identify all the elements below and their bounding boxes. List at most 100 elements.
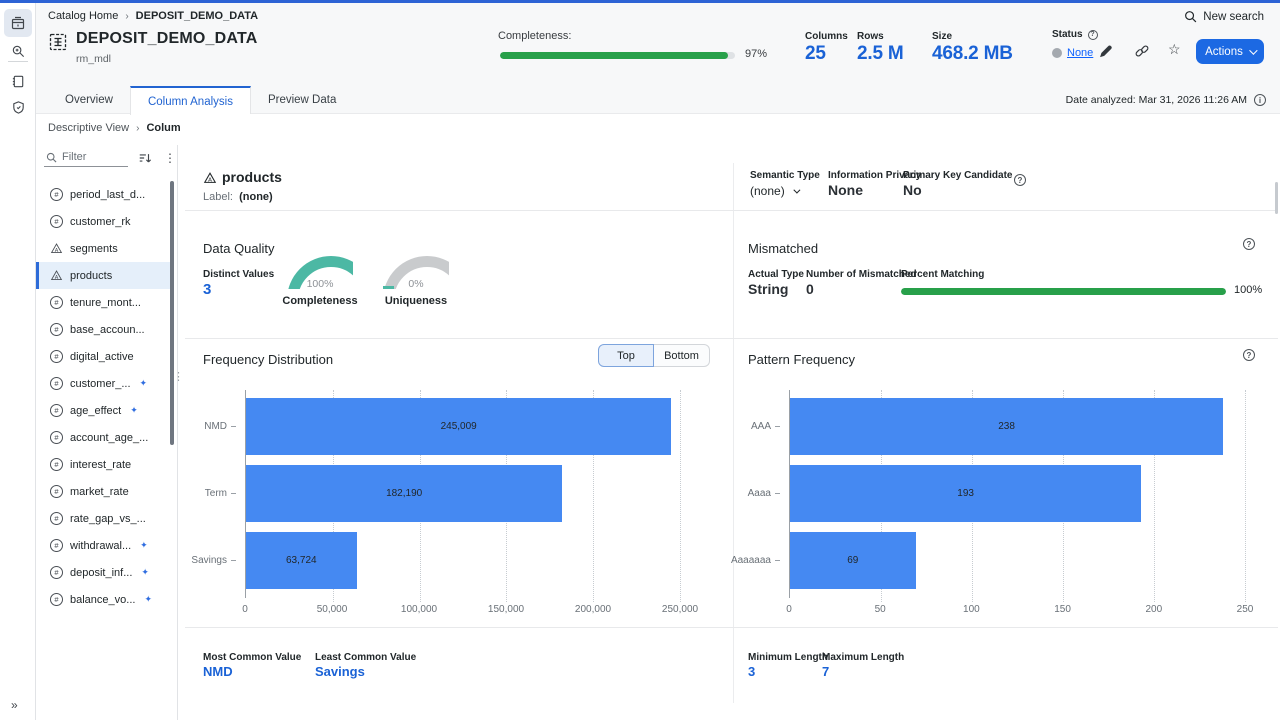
chain-icon bbox=[1134, 43, 1150, 59]
column-item-selected[interactable]: Aproducts bbox=[36, 262, 170, 289]
column-item[interactable]: #tenure_mont... bbox=[36, 289, 170, 316]
column-header-help-icon[interactable]: ? bbox=[1014, 174, 1026, 186]
tab-preview-data[interactable]: Preview Data bbox=[251, 86, 353, 114]
category-label: Aaaaaaa bbox=[720, 532, 780, 589]
x-axis: 0 50 100 150 200 250 bbox=[789, 604, 1245, 618]
tab-bar: Overview Column Analysis Preview Data bbox=[48, 86, 353, 114]
status-label: Status bbox=[1052, 29, 1083, 40]
shield-icon bbox=[11, 100, 26, 115]
notebook-icon bbox=[11, 74, 26, 89]
completeness-bar bbox=[500, 52, 735, 59]
column-item[interactable]: #digital_active bbox=[36, 343, 170, 370]
percent-matching-fill bbox=[901, 288, 1226, 295]
tab-overview[interactable]: Overview bbox=[48, 86, 130, 114]
column-item[interactable]: #account_age_... bbox=[36, 424, 170, 451]
sort-icon bbox=[138, 151, 152, 165]
mismatched-help-icon[interactable]: ? bbox=[1243, 238, 1255, 250]
actions-button[interactable]: Actions bbox=[1196, 39, 1264, 64]
most-common-value: NMD bbox=[203, 664, 233, 679]
size-label: Size bbox=[932, 31, 952, 42]
column-item[interactable]: #base_accoun... bbox=[36, 316, 170, 343]
status-dot bbox=[1052, 48, 1062, 58]
column-item[interactable]: #withdrawal...✦ bbox=[36, 532, 170, 559]
search-icon bbox=[46, 152, 57, 163]
numeric-type-icon: # bbox=[50, 323, 63, 336]
edit-button[interactable] bbox=[1098, 43, 1114, 64]
least-common-value: Savings bbox=[315, 664, 365, 679]
ai-sparkle-icon: ✦ bbox=[140, 540, 148, 551]
catalog-asset-page: » Catalog Home › DEPOSIT_DEMO_DATA New s… bbox=[0, 0, 1280, 720]
bar-nmd: 245,009 bbox=[246, 398, 671, 455]
semantic-type-label: Semantic Type bbox=[750, 170, 820, 181]
column-item[interactable]: #rate_gap_vs_... bbox=[36, 505, 170, 532]
top-bottom-toggle: Top Bottom bbox=[598, 344, 710, 367]
column-item[interactable]: #balance_vo...✦ bbox=[36, 586, 170, 613]
column-analysis-content: A products Label: (none) Semantic Type (… bbox=[180, 114, 1280, 720]
descriptive-view-link[interactable]: Descriptive View bbox=[48, 122, 129, 134]
numeric-type-icon: # bbox=[50, 296, 63, 309]
frequency-distribution-title: Frequency Distribution bbox=[203, 352, 333, 367]
column-item[interactable]: #customer_...✦ bbox=[36, 370, 170, 397]
breadcrumb-catalog-home[interactable]: Catalog Home bbox=[48, 10, 118, 22]
overflow-menu-icon[interactable]: ⋮ bbox=[164, 151, 176, 165]
sort-button[interactable] bbox=[138, 151, 152, 165]
link-button[interactable] bbox=[1134, 43, 1150, 64]
column-item[interactable]: Asegments bbox=[36, 235, 170, 262]
pattern-frequency-help-icon[interactable]: ? bbox=[1243, 349, 1255, 361]
percent-matching-value: 100% bbox=[1234, 284, 1262, 296]
favorite-star-icon[interactable]: ☆ bbox=[1168, 41, 1181, 58]
category-label: NMD bbox=[176, 398, 236, 455]
bar-term: 182,190 bbox=[246, 465, 562, 522]
content-scrollbar[interactable] bbox=[1275, 182, 1278, 214]
filter-input-wrap bbox=[44, 148, 128, 167]
data-quality-title: Data Quality bbox=[203, 241, 275, 256]
date-analyzed-info-icon[interactable]: i bbox=[1254, 94, 1266, 106]
sidebar-scrollbar[interactable] bbox=[170, 181, 174, 445]
semantic-type-dropdown[interactable]: (none) bbox=[750, 184, 798, 198]
column-name: products bbox=[222, 169, 282, 185]
category-label: Aaaa bbox=[720, 465, 780, 522]
completeness-percent: 97% bbox=[745, 48, 767, 60]
column-item[interactable]: #deposit_inf...✦ bbox=[36, 559, 170, 586]
catalog-icon bbox=[10, 15, 26, 31]
mismatched-count-label: Number of Mismatched bbox=[806, 269, 917, 280]
notebook-nav-icon[interactable] bbox=[4, 67, 32, 95]
expand-rail-button[interactable]: » bbox=[11, 698, 18, 712]
ai-sparkle-icon: ✦ bbox=[141, 567, 149, 578]
information-privacy-value: None bbox=[828, 182, 863, 198]
actual-type-label: Actual Type bbox=[748, 269, 804, 280]
column-item[interactable]: #period_last_d... bbox=[36, 181, 170, 208]
left-nav-rail: » bbox=[0, 3, 36, 720]
column-item[interactable]: #interest_rate bbox=[36, 451, 170, 478]
new-search-button[interactable]: New search bbox=[1184, 10, 1264, 23]
search-icon bbox=[1184, 10, 1197, 23]
numeric-type-icon: # bbox=[50, 566, 63, 579]
numeric-type-icon: # bbox=[50, 188, 63, 201]
search-tool-icon bbox=[11, 44, 26, 59]
least-common-label: Least Common Value bbox=[315, 652, 416, 663]
percent-matching-bar bbox=[901, 288, 1226, 295]
breadcrumb-separator: › bbox=[125, 11, 128, 22]
column-item[interactable]: #market_rate bbox=[36, 478, 170, 505]
x-axis: 0 50,000 100,000 150,000 200,000 250,000 bbox=[245, 604, 680, 618]
column-item[interactable]: #age_effect✦ bbox=[36, 397, 170, 424]
governance-nav-icon[interactable] bbox=[4, 93, 32, 121]
category-label: Savings bbox=[176, 532, 236, 589]
rows-value: 2.5 M bbox=[857, 43, 904, 65]
status-info-icon[interactable]: ? bbox=[1088, 30, 1098, 40]
column-item[interactable]: #customer_rk bbox=[36, 208, 170, 235]
primary-key-value: No bbox=[903, 182, 922, 198]
catalog-nav-icon[interactable] bbox=[4, 9, 32, 37]
toggle-bottom-button[interactable]: Bottom bbox=[654, 344, 710, 367]
completeness-label: Completeness: bbox=[498, 30, 571, 42]
toggle-top-button[interactable]: Top bbox=[598, 344, 654, 367]
gauge-label: Uniqueness bbox=[356, 295, 476, 307]
chevron-down-icon bbox=[793, 186, 800, 193]
status-value-link[interactable]: None bbox=[1067, 47, 1093, 59]
filter-input[interactable] bbox=[62, 151, 124, 163]
tab-column-analysis[interactable]: Column Analysis bbox=[130, 86, 251, 115]
pencil-icon bbox=[1098, 43, 1114, 59]
percent-matching-label: Percent Matching bbox=[901, 269, 984, 280]
most-common-label: Most Common Value bbox=[203, 652, 301, 663]
primary-key-label: Primary Key Candidate bbox=[903, 170, 1013, 181]
